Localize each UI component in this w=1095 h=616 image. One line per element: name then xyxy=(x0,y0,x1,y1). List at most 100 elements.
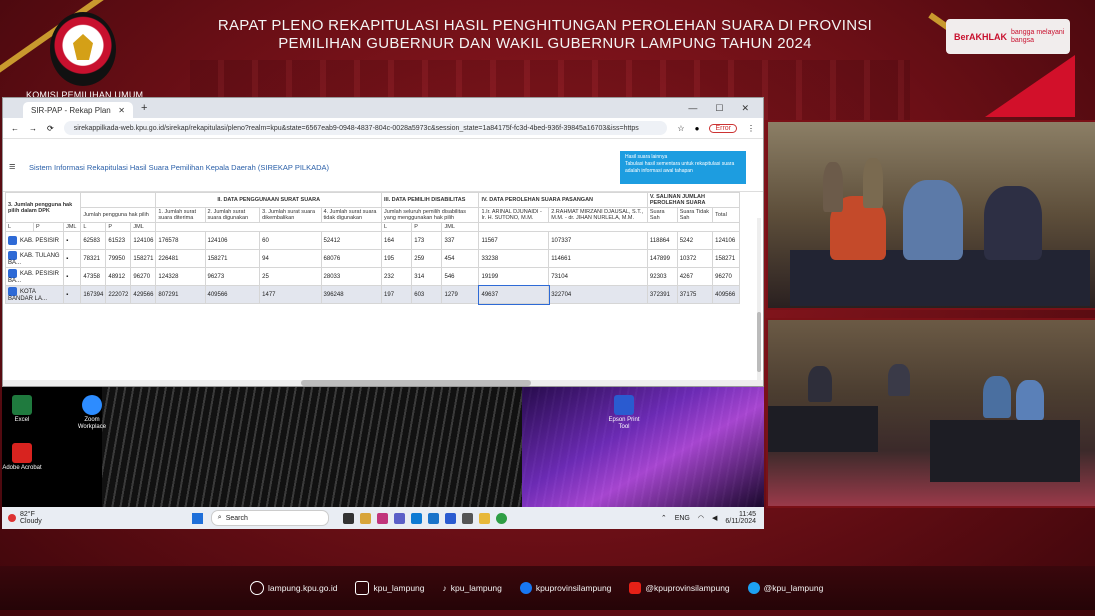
notice-title: Hasil suara lainnya xyxy=(625,154,668,160)
desktop-icon-zoom[interactable]: Zoom Workplace xyxy=(72,395,112,431)
volume-icon[interactable]: ◀ xyxy=(712,514,717,522)
task-view-icon[interactable] xyxy=(342,512,354,524)
footer-text: lampung.kpu.go.id xyxy=(268,583,338,593)
footer-website: lampung.kpu.go.id xyxy=(250,581,337,595)
taskbar-search[interactable]: ⌕ Search xyxy=(210,510,329,526)
clock[interactable]: 11:45 6/11/2024 xyxy=(725,511,756,525)
cell-dpk-l: 78321 xyxy=(80,249,107,268)
row-action-icon[interactable] xyxy=(8,287,17,296)
browser-tab[interactable]: SIR-PAP - Rekap Plan ✕ xyxy=(23,102,133,118)
title-line-2: PEMILIHAN GUBERNUR DAN WAKIL GUBERNUR LA… xyxy=(278,35,812,52)
horizontal-scrollbar[interactable] xyxy=(3,380,763,386)
close-window-icon[interactable]: ✕ xyxy=(741,103,749,114)
cell-dpk-p: 79950 xyxy=(105,249,132,268)
document-icon[interactable]: ▪ xyxy=(63,267,82,286)
profile-icon[interactable]: ● xyxy=(695,124,700,133)
folder-icon[interactable] xyxy=(478,512,490,524)
app-icon[interactable] xyxy=(461,512,473,524)
col-l: L xyxy=(5,222,34,232)
cell-digunakan: 124106 xyxy=(204,231,261,250)
cell-dpk-l: 47358 xyxy=(80,267,107,286)
edge-icon[interactable] xyxy=(410,512,422,524)
document-icon[interactable]: ▪ xyxy=(63,285,82,304)
windows-start-icon[interactable] xyxy=(191,512,203,524)
scroll-thumb[interactable] xyxy=(301,380,531,386)
url-field[interactable]: sirekappilkada-web.kpu.go.id/sirekap/rek… xyxy=(63,121,668,135)
outlook-icon[interactable] xyxy=(427,512,439,524)
table-row[interactable]: KOTA BANDAR LA... ▪ 167394 222072 429566 8072… xyxy=(4,284,740,305)
icon-label: Excel xyxy=(14,417,30,423)
footer-twitter: @kpu_lampung xyxy=(747,582,823,594)
maximize-icon[interactable]: ☐ xyxy=(715,103,723,114)
surat-dikembalikan-header: 3. Jumlah surat suara dikembalikan xyxy=(259,207,322,223)
forward-icon[interactable]: → xyxy=(29,124,37,133)
cell-dikembalikan: 1477 xyxy=(259,285,322,304)
desktop-icon-acrobat[interactable]: Adobe Acrobat xyxy=(2,443,42,472)
suara-tidak-sah-header: Suara Tidak Sah xyxy=(676,207,714,223)
cell-tidak: 52412 xyxy=(320,231,383,250)
minimize-icon[interactable]: — xyxy=(688,103,697,114)
col-l: L xyxy=(80,222,107,232)
new-tab-button[interactable]: + xyxy=(141,102,147,114)
close-tab-icon[interactable]: ✕ xyxy=(118,106,125,115)
kpu-logo xyxy=(50,12,116,86)
cell-diterima: 226481 xyxy=(155,249,206,268)
cell-dikembalikan: 25 xyxy=(259,267,322,286)
cell-p1: 33238 xyxy=(478,249,550,268)
cell-p1: 11567 xyxy=(478,231,550,250)
document-icon[interactable]: ▪ xyxy=(63,249,82,268)
menu-dots-icon[interactable]: ⋮ xyxy=(747,124,755,133)
wifi-icon[interactable]: ◠ xyxy=(698,514,704,522)
weather-widget[interactable]: 82°F Cloudy xyxy=(8,511,42,525)
desktop-icon-epson[interactable]: Epson Print Tool xyxy=(604,395,644,431)
garuda-icon xyxy=(73,34,93,60)
teams-icon[interactable] xyxy=(393,512,405,524)
row-name-cell[interactable]: KAB. PESISIR xyxy=(4,231,65,250)
document-icon[interactable]: ▪ xyxy=(63,231,82,250)
bookmark-icon[interactable]: ☆ xyxy=(677,124,684,133)
row-action-icon[interactable] xyxy=(8,269,17,278)
table-row[interactable]: KAB. PESISIR ▪ 62583 61523 124106 176578 12410… xyxy=(4,231,740,250)
row-name-cell[interactable]: KAB. TULANG BA... xyxy=(4,249,65,268)
globe-icon xyxy=(250,581,264,595)
tray-chevron-icon[interactable]: ⌃ xyxy=(661,514,667,522)
hamburger-menu-icon[interactable]: ≡ xyxy=(9,161,15,173)
cell-dl: 164 xyxy=(381,231,413,250)
cell-dl: 197 xyxy=(381,285,413,304)
footer-tiktok: ♪ kpu_lampung xyxy=(443,583,502,593)
cell-djml: 337 xyxy=(441,231,480,250)
table-row[interactable]: KAB. TULANG BA... ▪ 78321 79950 158271 226481… xyxy=(4,249,740,268)
vertical-scrollbar[interactable] xyxy=(757,218,761,386)
col-p: P xyxy=(32,222,65,232)
chrome-icon[interactable] xyxy=(495,512,507,524)
row-action-icon[interactable] xyxy=(8,236,17,245)
language-indicator[interactable]: ENG xyxy=(675,515,690,522)
surat-digunakan-header: 2. Jumlah surat suara digunakan xyxy=(204,207,261,223)
zoom-icon xyxy=(82,395,102,415)
notice-box: Hasil suara lainnya Tabulasi hasil semen… xyxy=(620,151,746,184)
surat-diterima-header: 1. Jumlah surat suara diterima xyxy=(155,207,206,223)
widgets-icon[interactable] xyxy=(359,512,371,524)
row-name-cell[interactable]: KOTA BANDAR LA... xyxy=(4,285,65,304)
copilot-icon[interactable] xyxy=(376,512,388,524)
back-icon[interactable]: ← xyxy=(11,124,19,133)
reload-icon[interactable]: ⟳ xyxy=(47,124,54,133)
cell-digunakan: 409566 xyxy=(204,285,261,304)
footer-text: kpuprovinsilampung xyxy=(535,583,612,593)
icon-label: Epson Print Tool xyxy=(608,417,640,430)
error-button[interactable]: Error xyxy=(709,123,737,133)
cell-digunakan: 158271 xyxy=(204,249,261,268)
bangga-text: bangga melayani bangsa xyxy=(1011,28,1065,44)
row-action-icon[interactable] xyxy=(8,251,17,260)
weather-temp: 82°F xyxy=(20,511,35,518)
scroll-thumb[interactable] xyxy=(757,312,761,372)
cell-dpk-jml: 96270 xyxy=(130,267,157,286)
desktop-icon-excel[interactable]: Excel xyxy=(2,395,42,424)
store-icon[interactable] xyxy=(444,512,456,524)
berakhlak-text: BerAKHLAK xyxy=(954,31,1008,42)
table-row[interactable]: KAB. PESISIR BA... ▪ 47358 48912 96270 124328… xyxy=(4,267,740,286)
cell-p2: 107337 xyxy=(548,231,648,250)
group-header-row: 3. Jumlah pengguna hak pilih dalam DPK I… xyxy=(4,192,741,223)
dpk-header: 3. Jumlah pengguna hak pilih dalam DPK xyxy=(4,192,82,223)
row-name-cell[interactable]: KAB. PESISIR BA... xyxy=(4,267,65,286)
